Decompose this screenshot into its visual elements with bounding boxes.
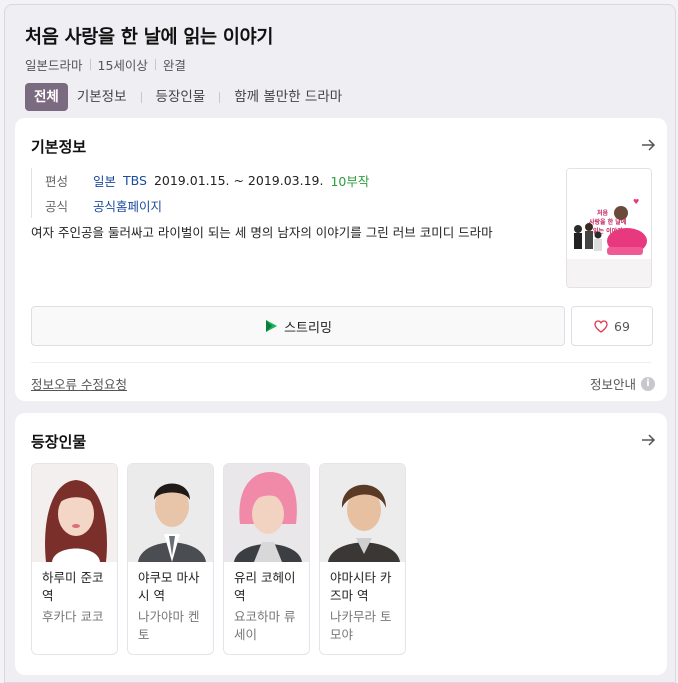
character-name: 야쿠모 마사시 역: [138, 570, 200, 603]
tab-divider: [140, 91, 142, 103]
actor-name: 나가야마 켄토: [138, 609, 200, 642]
cast-member[interactable]: 야쿠모 마사시 역 나가야마 켄토: [127, 463, 214, 655]
page-title: 처음 사랑을 한 날에 읽는 이야기: [25, 27, 274, 48]
info-table: 편성 일본 TBS 2019.01.15. ~ 2019.03.19. 10부작…: [31, 168, 369, 218]
play-icon: [266, 320, 278, 332]
info-guide-label: 정보안내: [589, 377, 636, 392]
tab-basic-info[interactable]: 기본정보: [68, 83, 136, 111]
info-icon: i: [641, 376, 655, 391]
like-button[interactable]: 69: [571, 306, 653, 346]
tab-divider: [219, 91, 221, 103]
actor-name: 나카무라 토모야: [330, 609, 392, 642]
divider: [31, 362, 651, 363]
drama-info-panel: 처음 사랑을 한 날에 읽는 이야기 일본드라마 15세이상 완결 전체 기본정…: [4, 4, 676, 683]
tab-all[interactable]: 전체: [25, 83, 68, 111]
streaming-button[interactable]: 스트리밍: [31, 306, 565, 346]
episode-count[interactable]: 10부작: [330, 171, 369, 190]
actor-name: 후카다 쿄코: [42, 609, 104, 624]
broadcast-period: 2019.01.15. ~ 2019.03.19.: [153, 173, 324, 188]
svg-text:♥: ♥: [633, 198, 639, 206]
cast-title: 등장인물: [31, 433, 87, 451]
drama-poster[interactable]: 처음 사랑을 한 날에 읽는 이야기 ♥: [566, 168, 652, 288]
tab-cast[interactable]: 등장인물: [147, 83, 215, 111]
character-name: 하루미 준코 역: [42, 570, 104, 603]
actor-photo: [128, 464, 213, 562]
cast-member[interactable]: 유리 코헤이 역 요코하마 류세이: [223, 463, 310, 655]
meta-genre[interactable]: 일본드라마: [25, 55, 83, 74]
official-row: 공식 공식홈페이지: [45, 193, 369, 218]
tab-similar-dramas[interactable]: 함께 볼만한 드라마: [225, 83, 351, 111]
header: 처음 사랑을 한 날에 읽는 이야기 일본드라마 15세이상 완결 전체 기본정…: [25, 23, 665, 111]
info-guide[interactable]: 정보안내 i: [590, 374, 655, 393]
poster-image: 처음 사랑을 한 날에 읽는 이야기 ♥: [567, 169, 651, 287]
arrow-right-icon[interactable]: [639, 136, 657, 154]
broadcast-label: 편성: [45, 174, 69, 189]
report-error-link[interactable]: 정보오류 수정요청: [31, 374, 127, 393]
cast-card: 등장인물 하루미 준코 역 후카다 쿄코 야쿠모 마사시 역 나가야마 켄토 유…: [15, 413, 667, 675]
cast-member[interactable]: 하루미 준코 역 후카다 쿄코: [31, 463, 118, 655]
like-count: 69: [614, 318, 630, 334]
cast-list: 하루미 준코 역 후카다 쿄코 야쿠모 마사시 역 나가야마 켄토 유리 코헤이…: [31, 463, 415, 655]
broadcast-row: 편성 일본 TBS 2019.01.15. ~ 2019.03.19. 10부작: [45, 168, 369, 193]
heart-icon: [594, 319, 608, 333]
meta-status: 완결: [162, 58, 186, 73]
tab-bar: 전체 기본정보 등장인물 함께 볼만한 드라마: [25, 83, 351, 111]
actor-photo: [320, 464, 405, 562]
actor-photo: [32, 464, 117, 562]
meta-rating: 15세이상: [97, 58, 148, 73]
streaming-label: 스트리밍: [284, 320, 332, 336]
meta-divider: [154, 59, 156, 70]
svg-text:처음: 처음: [597, 209, 609, 217]
cast-member[interactable]: 야마시타 카즈마 역 나카무라 토모야: [319, 463, 406, 655]
network-link[interactable]: TBS: [123, 173, 147, 188]
basic-info-card: 기본정보 편성 일본 TBS 2019.01.15. ~ 2019.03.19.…: [15, 118, 667, 401]
official-homepage-link[interactable]: 공식홈페이지: [93, 196, 162, 215]
character-name: 유리 코헤이 역: [234, 570, 296, 603]
official-label: 공식: [45, 199, 69, 214]
character-name: 야마시타 카즈마 역: [330, 570, 392, 603]
basic-info-title: 기본정보: [31, 138, 87, 156]
meta-divider: [89, 59, 91, 70]
arrow-right-icon[interactable]: [639, 431, 657, 449]
meta-line: 일본드라마 15세이상 완결: [25, 55, 186, 74]
country-link[interactable]: 일본: [93, 171, 116, 190]
actor-photo: [224, 464, 309, 562]
actor-name: 요코하마 류세이: [234, 609, 296, 642]
drama-description: 여자 주인공을 둘러싸고 라이벌이 되는 세 명의 남자의 이야기를 그린 러브…: [31, 225, 493, 240]
